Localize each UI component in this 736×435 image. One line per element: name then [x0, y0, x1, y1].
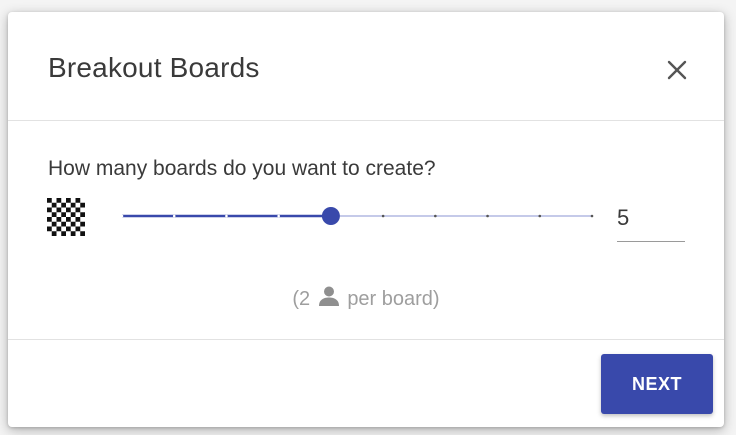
dialog-footer: NEXT	[8, 339, 724, 427]
person-icon	[318, 286, 339, 306]
slider-tick	[172, 214, 176, 218]
slider-tick	[434, 214, 437, 218]
slider-thumb[interactable]	[321, 207, 340, 225]
board-count-value: 5	[617, 205, 630, 230]
close-button[interactable]	[659, 52, 695, 88]
board-count-slider[interactable]	[112, 201, 598, 231]
per-board-count: (2	[292, 288, 311, 310]
board-count-field[interactable]: 5	[617, 199, 685, 242]
per-board-label: per board)	[347, 288, 440, 310]
breakout-boards-dialog: Breakout Boards How many boards do you w…	[8, 12, 724, 427]
dialog-title: Breakout Boards	[48, 52, 260, 83]
slider-tick	[381, 214, 385, 218]
per-board-hint: (2 per board)	[8, 285, 724, 311]
board-count-question: How many boards do you want to create?	[48, 157, 436, 180]
slider-tick	[590, 214, 594, 218]
dialog-header: Breakout Boards	[8, 12, 724, 121]
slider-tick	[538, 214, 542, 218]
checkerboard-icon	[47, 198, 85, 236]
close-icon	[667, 60, 687, 80]
slider-tick	[225, 214, 228, 218]
next-button[interactable]: NEXT	[601, 354, 713, 414]
slider-tick	[486, 214, 489, 218]
dialog-content: How many boards do you want to create? 5…	[8, 121, 724, 339]
slider-tick	[277, 214, 280, 218]
slider-tick	[120, 214, 124, 218]
